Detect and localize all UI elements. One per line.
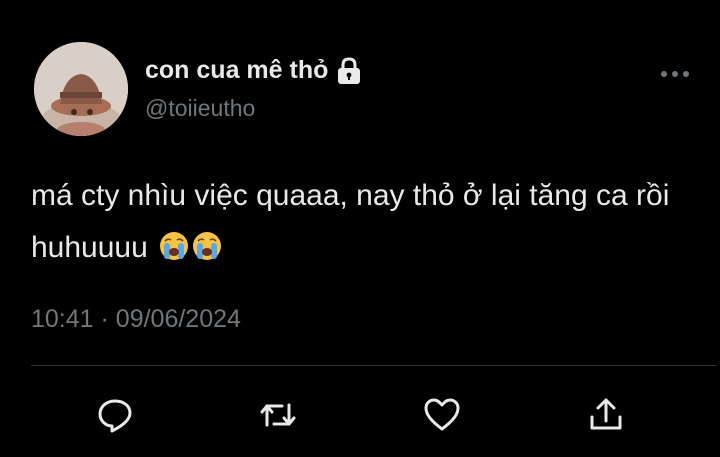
share-button[interactable] [584,393,628,437]
like-icon [424,398,460,431]
divider [31,365,716,366]
reply-button[interactable] [93,393,137,437]
avatar[interactable] [34,42,128,136]
loudly-crying-face-icon [192,231,222,261]
retweet-icon [260,403,296,427]
retweet-button[interactable] [256,393,300,437]
tweet-text: má cty nhìu việc quaaa, nay thỏ ở lại tă… [31,170,691,274]
tweet-timestamp[interactable]: 10:41 · 09/06/2024 [31,305,241,334]
tweet-date: 09/06/2024 [115,305,241,333]
timestamp-separator: · [100,305,109,333]
more-icon[interactable] [660,70,690,78]
like-button[interactable] [420,393,464,437]
reply-icon [98,399,132,433]
share-icon [590,398,622,430]
tweet-body: má cty nhìu việc quaaa, nay thỏ ở lại tă… [31,179,670,264]
tweet-time: 10:41 [31,305,94,333]
loudly-crying-face-icon [159,231,189,261]
display-name-row[interactable]: con cua mê thỏ [145,56,362,85]
lock-icon [336,56,362,85]
user-handle[interactable]: @toiieutho [145,95,255,122]
display-name[interactable]: con cua mê thỏ [145,56,328,85]
avatar-photo [34,42,128,136]
